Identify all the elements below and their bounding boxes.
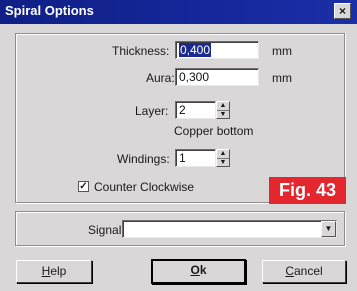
spinner-down-icon[interactable]: ▼ [217, 111, 229, 119]
spinner-down-icon[interactable]: ▼ [217, 159, 229, 167]
spinner-up-icon[interactable]: ▲ [217, 102, 229, 111]
close-button[interactable]: × [334, 3, 351, 19]
ok-label-rest: k [199, 263, 207, 277]
counter-clockwise-checkbox[interactable]: ✓ [78, 181, 89, 192]
chevron-down-icon[interactable]: ▼ [321, 221, 336, 237]
layer-input[interactable]: 2 [175, 101, 216, 119]
title-bar[interactable]: Spiral Options × [0, 0, 357, 24]
windings-label: Windings: [117, 152, 170, 166]
help-button[interactable]: Help [16, 260, 92, 283]
layer-label: Layer: [135, 104, 169, 118]
layer-spinner[interactable]: ▲ ▼ [216, 101, 230, 119]
windings-spinner[interactable]: ▲ ▼ [216, 149, 230, 167]
dialog-title: Spiral Options [5, 3, 94, 18]
aura-unit: mm [272, 71, 292, 85]
signal-label: Signal: [88, 223, 125, 237]
counter-clockwise-label[interactable]: Counter Clockwise [94, 180, 194, 194]
cancel-mnemonic: C [285, 264, 294, 278]
thickness-unit: mm [272, 44, 292, 58]
ok-button[interactable]: Ok [151, 259, 246, 284]
layer-value: 2 [179, 103, 186, 117]
thickness-value: 0,400 [179, 43, 212, 57]
close-icon: × [338, 4, 346, 18]
ok-mnemonic: O [190, 263, 200, 277]
help-label-rest: elp [50, 264, 67, 278]
cancel-button[interactable]: Cancel [262, 260, 346, 283]
signal-select[interactable] [122, 220, 337, 238]
aura-input[interactable]: 0,300 [175, 68, 259, 86]
checkmark-icon: ✓ [79, 181, 88, 192]
thickness-label: Thickness: [112, 44, 170, 58]
layer-name: Copper bottom [174, 124, 254, 138]
figure-badge: Fig. 43 [269, 177, 346, 204]
thickness-input[interactable]: 0,400 [175, 41, 259, 59]
aura-label: Aura: [146, 71, 175, 85]
windings-value: 1 [179, 151, 186, 165]
windings-input[interactable]: 1 [175, 149, 216, 167]
spinner-up-icon[interactable]: ▲ [217, 150, 229, 159]
spiral-options-dialog: Spiral Options × Thickness: 0,400 mm Aur… [0, 0, 357, 291]
cancel-label-rest: ancel [293, 264, 323, 278]
aura-value: 0,300 [179, 70, 210, 84]
